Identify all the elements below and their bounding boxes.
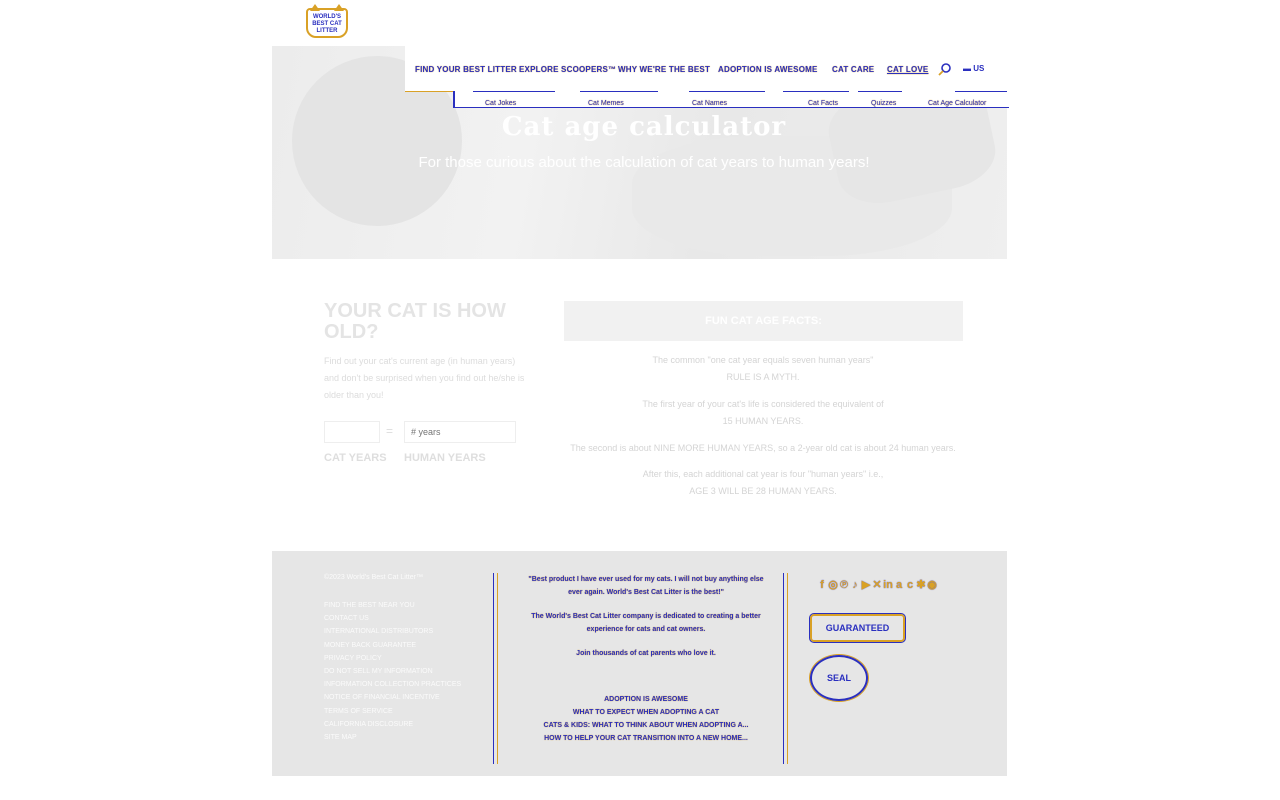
youtube-icon[interactable]: ▶ — [861, 579, 871, 591]
chewy-icon[interactable]: c — [905, 579, 915, 591]
fact-text: The second is about NINE MORE HUMAN YEAR… — [570, 443, 956, 453]
footer-article-link[interactable]: HOW TO HELP YOUR CAT TRANSITION INTO A N… — [522, 732, 770, 745]
footer-link[interactable]: DO NOT SELL MY INFORMATION — [324, 665, 474, 678]
fact-emphasis: AGE 3 WILL BE 28 HUMAN YEARS. — [689, 486, 837, 496]
footer-link[interactable]: CALIFORNIA DISCLOSURE — [324, 718, 474, 731]
fact-item: After this, each additional cat year is … — [560, 466, 966, 500]
fact-text: The common "one cat year equals seven hu… — [652, 355, 874, 365]
search-icon[interactable] — [938, 62, 952, 76]
facebook-icon[interactable]: f — [817, 579, 827, 591]
footer-link[interactable]: MONEY BACK GUARANTEE — [324, 639, 474, 652]
walmart-icon[interactable]: ✱ — [916, 579, 926, 591]
subnav-cat-jokes[interactable]: Cat Jokes — [485, 100, 516, 107]
footer-link[interactable]: NOTICE OF FINANCIAL INCENTIVE — [324, 691, 474, 704]
footer-link[interactable]: PRIVACY POLICY — [324, 652, 474, 665]
fact-item: The second is about NINE MORE HUMAN YEAR… — [560, 440, 966, 457]
region-selector[interactable]: ▬ US — [963, 64, 984, 73]
main-nav: FIND YOUR BEST LITTER EXPLORE SCOOPERS™ … — [405, 46, 1007, 92]
fact-emphasis: 15 HUMAN YEARS. — [722, 416, 804, 426]
fact-item: The first year of your cat's life is con… — [560, 396, 966, 430]
footer-link[interactable]: TERMS OF SERVICE — [324, 705, 474, 718]
nav-explore-scoopers[interactable]: EXPLORE SCOOPERS™ — [519, 65, 616, 74]
tiktok-icon[interactable]: ♪ — [850, 579, 860, 591]
footer-quote: Join thousands of cat parents who love i… — [576, 650, 716, 657]
region-label: US — [973, 64, 985, 73]
cat-years-label: CAT YEARS — [324, 452, 387, 464]
copyright: ©2023 World's Best Cat Litter™ — [324, 574, 423, 581]
twitter-icon[interactable]: ✕ — [872, 579, 882, 591]
footer-articles-heading[interactable]: ADOPTION IS AWESOME — [522, 693, 770, 706]
subnav-cat-names[interactable]: Cat Names — [692, 100, 727, 107]
target-icon[interactable]: ◉ — [927, 579, 937, 591]
brand-logo-text: WORLD'S BEST CAT LITTER — [312, 14, 342, 34]
guarantee-badge: GUARANTEED — [809, 613, 906, 643]
facts-heading: FUN CAT AGE FACTS: — [564, 301, 963, 341]
cat-years-input[interactable] — [324, 421, 380, 443]
pinterest-icon[interactable]: ℗ — [839, 579, 849, 591]
nav-cat-care[interactable]: CAT CARE — [832, 65, 874, 74]
footer-quote: "Best product I have ever used for my ca… — [528, 576, 764, 596]
page-subtitle: For those curious about the calculation … — [418, 154, 870, 171]
nav-adoption-is-awesome[interactable]: ADOPTION IS AWESOME — [718, 65, 818, 74]
footer-link[interactable]: INTERNATIONAL DISTRIBUTORS — [324, 625, 474, 638]
footer-divider — [783, 573, 788, 764]
equals-sign: = — [386, 424, 394, 438]
subnav-quizzes[interactable]: Quizzes — [871, 100, 896, 107]
fact-text: After this, each additional cat year is … — [642, 469, 884, 479]
fact-emphasis: RULE IS A MYTH. — [726, 372, 800, 382]
page-title: Cat age calculator — [501, 112, 787, 142]
nav-why-were-the-best[interactable]: WHY WE'RE THE BEST — [618, 65, 710, 74]
footer-divider — [493, 573, 498, 764]
calculator-title: YOUR CAT IS HOW OLD? — [324, 300, 506, 343]
flag-icon: ▬ — [963, 64, 974, 73]
footer: ©2023 World's Best Cat Litter™ FIND THE … — [272, 551, 1007, 776]
amazon-icon[interactable]: a — [894, 579, 904, 591]
guarantee-badge-text: GUARANTEED — [825, 623, 890, 633]
footer-link[interactable]: SITE MAP — [324, 731, 474, 744]
linkedin-icon[interactable]: in — [883, 579, 893, 591]
footer-link[interactable]: INFORMATION COLLECTION PRACTICES — [324, 678, 474, 691]
nav-find-your-best-litter[interactable]: FIND YOUR BEST LITTER — [415, 65, 517, 74]
seal-badge-text: SEAL — [826, 673, 851, 683]
brand-logo[interactable]: WORLD'S BEST CAT LITTER — [306, 4, 348, 38]
human-years-output — [404, 421, 516, 443]
footer-link[interactable]: CONTACT US — [324, 612, 474, 625]
footer-article-link[interactable]: CATS & KIDS: WHAT TO THINK ABOUT WHEN AD… — [522, 719, 770, 732]
nav-cat-love[interactable]: CAT LOVE — [887, 65, 928, 74]
fact-text: The first year of your cat's life is con… — [642, 399, 884, 409]
human-years-label: HUMAN YEARS — [404, 452, 486, 464]
subnav-cat-age-calculator[interactable]: Cat Age Calculator — [928, 100, 986, 107]
footer-links: FIND THE BEST NEAR YOU CONTACT US INTERN… — [324, 599, 474, 744]
calculator-description: Find out your cat's current age (in huma… — [324, 356, 525, 400]
sub-nav: Cat Jokes Cat Memes Cat Names Cat Facts … — [453, 91, 1009, 108]
instagram-icon[interactable]: ◎ — [828, 579, 838, 591]
footer-article-link[interactable]: WHAT TO EXPECT WHEN ADOPTING A CAT — [522, 706, 770, 719]
fact-item: The common "one cat year equals seven hu… — [560, 352, 966, 386]
footer-quote: The World's Best Cat Litter company is d… — [531, 613, 761, 633]
seal-badge: SEAL — [810, 655, 868, 701]
social-links: f ◎ ℗ ♪ ▶ ✕ in a c ✱ ◉ — [817, 575, 977, 591]
subnav-cat-facts[interactable]: Cat Facts — [808, 100, 838, 107]
subnav-cat-memes[interactable]: Cat Memes — [588, 100, 624, 107]
footer-link[interactable]: FIND THE BEST NEAR YOU — [324, 599, 474, 612]
